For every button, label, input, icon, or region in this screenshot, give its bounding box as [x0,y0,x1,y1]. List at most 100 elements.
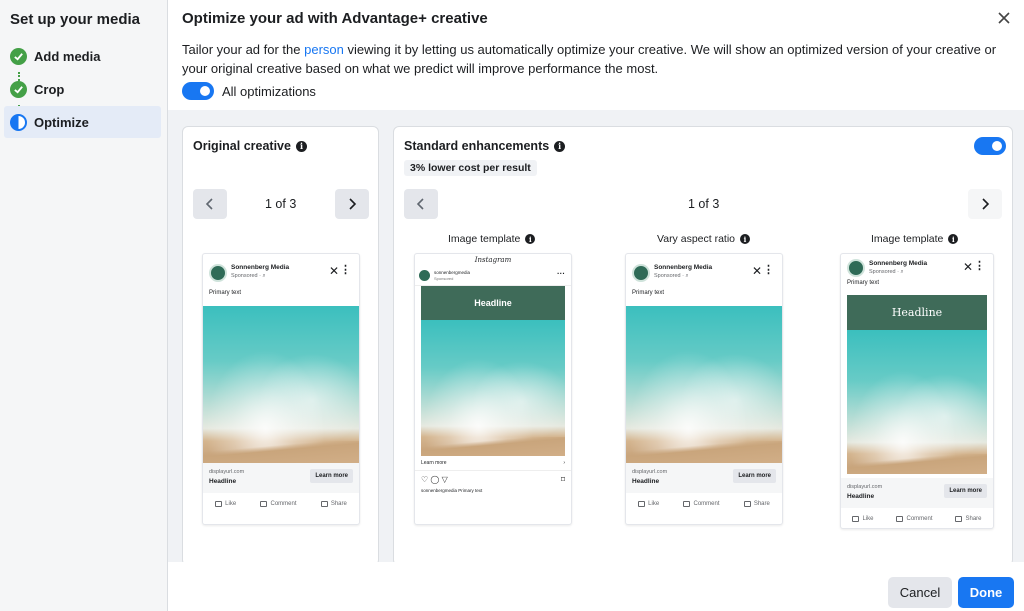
display-url: displayurl.com [632,469,668,475]
like-icon [852,516,860,522]
ad-actions: Like Comment Share [203,493,359,515]
ad-headline: Headline [209,478,237,485]
pager-text: 1 of 3 [265,197,297,211]
step-crop[interactable]: Crop [0,73,167,105]
comment-icon [683,501,691,507]
avatar [632,264,650,282]
primary-text: Primary text [632,290,665,296]
chevron-left-icon [205,198,213,210]
ad-footer: displayurl.com Headline Learn more [626,463,782,493]
sponsored-label: Sponsored · ⌕ [654,273,689,279]
close-icon: ✕ [751,264,762,278]
cancel-button[interactable]: Cancel [888,577,952,608]
close-icon[interactable] [996,10,1012,26]
ad-header: Sonnenberg Media Sponsored · ⌕ ✕ ⋮ [203,254,359,290]
dialog: Optimize your ad with Advantage+ creativ… [168,0,1024,611]
step-add-media[interactable]: Add media [0,40,167,72]
card-label-text: Image template [448,233,521,245]
ad-header: Sonnenberg Media Sponsored · ⌕ ✕ ⋮ [626,254,782,290]
page-name: Sonnenberg Media [869,260,928,267]
more-icon: ⋮ [763,264,774,276]
dialog-title: Optimize your ad with Advantage+ creativ… [182,10,488,27]
all-optimizations-toggle[interactable] [182,82,214,100]
like-action: Like [852,516,874,522]
instagram-preview-card[interactable]: Instagram sonnenbergmedia Sponsored ··· … [414,253,572,525]
info-icon[interactable]: i [525,234,536,244]
sponsored-label: Sponsored · ⌕ [869,269,904,275]
ad-actions: Like Comment Share [626,493,782,515]
headline-band: Headline [421,286,565,320]
share-action: Share [743,501,770,507]
avatar [847,259,865,277]
more-icon: ⋮ [340,264,351,276]
description-text: Tailor your ad for the [182,42,305,57]
step-label: Optimize [34,114,89,130]
ad-preview-card[interactable]: Sonnenberg Media Sponsored · ⌕ ✕ ⋮ Prima… [840,253,994,529]
comment-action: Comment [683,501,720,507]
chevron-right-icon: › [563,460,565,466]
card-label-text: Vary aspect ratio [657,233,736,245]
share-action: Share [955,516,982,522]
beach-image [203,306,359,463]
sidebar-title: Set up your media [10,11,141,28]
instagram-learn-more: Learn more › [415,456,571,471]
sponsored-label: Sponsored [434,276,454,281]
share-action: Share [320,501,347,507]
beach-image [421,320,565,456]
steps-list: Add media Crop Optimize [0,40,167,138]
panel-title-text: Standard enhancements [404,139,550,153]
beach-image [847,330,987,474]
panel-title-text: Original creative [193,139,291,153]
next-button[interactable] [968,189,1002,219]
avatar [209,264,227,282]
info-icon[interactable]: i [295,140,307,152]
step-optimize[interactable]: Optimize [4,106,161,138]
instagram-caption: sonnenbergmedia Primary text [421,488,483,493]
primary-text: Primary text [847,280,880,286]
cost-badge: 3% lower cost per result [404,160,537,176]
beach-image [626,306,782,463]
card-label-text: Image template [871,233,944,245]
all-optimizations-label: All optimizations [222,83,316,99]
half-circle-icon [10,113,27,131]
dialog-description: Tailor your ad for the person viewing it… [182,40,1014,78]
ad-preview-card[interactable]: Sonnenberg Media Sponsored · ⌕ ✕ ⋮ Prima… [202,253,360,525]
bookmark-icon: ⌑ [560,475,565,484]
chevron-left-icon [416,198,424,210]
comment-action: Comment [896,516,933,522]
card-label: Image template i [871,233,959,245]
avatar [419,270,430,281]
learn-more-button: Learn more [944,484,987,498]
prev-button[interactable] [404,189,438,219]
instagram-account-row: sonnenbergmedia Sponsored ··· [415,266,571,286]
info-icon[interactable]: i [554,140,566,152]
comment-icon [896,516,904,522]
next-button[interactable] [335,189,369,219]
ad-preview-card[interactable]: Sonnenberg Media Sponsored · ⌕ ✕ ⋮ Prima… [625,253,783,525]
info-icon[interactable]: i [740,234,751,244]
prev-button[interactable] [193,189,227,219]
chevron-right-icon [349,198,357,210]
display-url: displayurl.com [847,484,883,490]
done-button[interactable]: Done [958,577,1014,608]
chevron-right-icon [982,198,990,210]
close-icon: ✕ [962,260,973,274]
pager-text: 1 of 3 [688,197,720,211]
standard-enhancements-title: Standard enhancements i [404,139,566,153]
learn-more-button: Learn more [733,469,776,483]
like-action: Like [638,501,659,507]
comment-action: Comment [260,501,297,507]
like-icon [215,501,223,507]
page-name: Sonnenberg Media [231,264,290,271]
info-icon[interactable]: i [948,234,959,244]
ad-headline: Headline [632,478,660,485]
headline-band: Headline [847,295,987,330]
step-label: Add media [34,48,101,64]
original-creative-panel: Original creative i 1 of 3 Sonnenberg Me… [182,126,379,566]
ad-headline: Headline [847,493,875,500]
sidebar: Set up your media Add media Crop Optimiz… [0,0,168,611]
primary-text: Primary text [209,290,242,296]
standard-enhancements-toggle[interactable] [974,137,1006,155]
person-link[interactable]: person [304,42,344,57]
instagram-actions: ♡ ◯ ▽ ⌑ [415,471,571,488]
